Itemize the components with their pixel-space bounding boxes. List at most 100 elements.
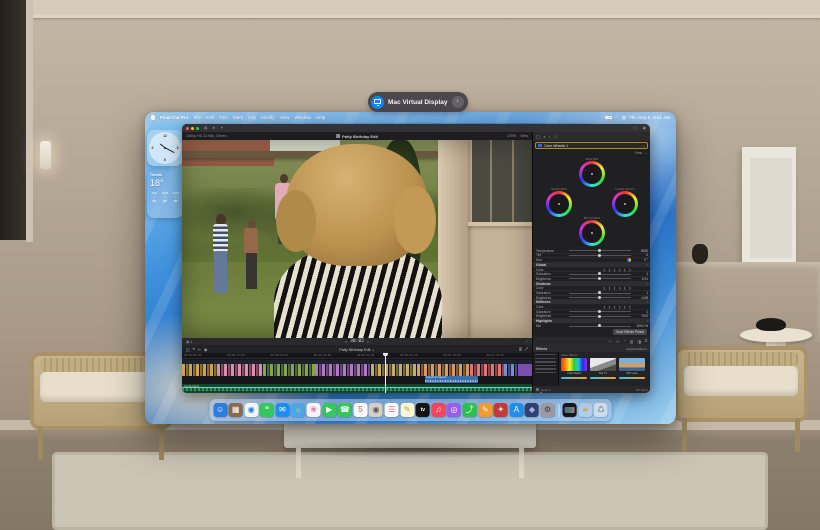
dock-item-calendar[interactable]: 5: [353, 403, 367, 417]
dock-item-facetime[interactable]: ▶: [322, 403, 336, 417]
info-inspector-tab-icon[interactable]: ⓘ: [553, 134, 557, 140]
parameter-slider[interactable]: [569, 274, 631, 275]
browser-layout-icon[interactable]: ▢: [633, 126, 636, 130]
tool-select-icon[interactable]: ⌖: [193, 347, 195, 351]
slider-knob[interactable]: [598, 249, 601, 252]
timeline-clip-4[interactable]: [315, 360, 370, 376]
dock-item-app-store[interactable]: A: [509, 403, 523, 417]
slider-knob[interactable]: [598, 324, 601, 327]
control-center-icon[interactable]: ▤: [622, 115, 626, 121]
menubar-item-view[interactable]: View: [280, 115, 290, 120]
viewer-overlay-menu-icon[interactable]: ▣ ♯: [186, 340, 192, 344]
video-inspector-tab-icon[interactable]: ▢: [536, 134, 540, 139]
viewer-zoom-menu[interactable]: 170%: [507, 134, 516, 138]
effect-enabled-checkbox[interactable]: [538, 144, 542, 148]
dock-item-photos[interactable]: ❀: [307, 403, 321, 417]
dock-item-music[interactable]: ♫: [431, 403, 445, 417]
dock-item-final-cut-window[interactable]: [563, 403, 577, 417]
weather-widget[interactable]: Toronto 18° 9AM☼17°10AM☼18°11AM☼18°: [147, 170, 183, 218]
menubar-item-clip[interactable]: Clip: [248, 115, 256, 120]
menubar-item-final-cut-pro[interactable]: Final Cut Pro: [160, 115, 189, 120]
color-correction-selector[interactable]: Color Wheels 1 ⌄: [535, 142, 648, 149]
dock-item-compressor[interactable]: ◆: [525, 403, 539, 417]
parameter-slider[interactable]: [569, 326, 631, 327]
skip-forward-icon[interactable]: ⊳: [367, 340, 370, 344]
fullscreen-icon[interactable]: ⤢: [525, 340, 528, 344]
parameter-slider[interactable]: [569, 278, 631, 279]
shadows-color-wheel[interactable]: [546, 191, 572, 217]
parameter-slider[interactable]: [569, 297, 631, 298]
hue-wheel-control[interactable]: [627, 258, 631, 262]
timeline-clip-6[interactable]: [417, 360, 469, 376]
wifi-icon[interactable]: ◠: [615, 115, 619, 121]
volume-line[interactable]: [182, 387, 532, 388]
inspector-view-menu[interactable]: View: [635, 151, 642, 155]
effects-search-field[interactable]: Search: [541, 388, 551, 392]
dock-item-mail[interactable]: ✉: [275, 403, 289, 417]
midtones-color-wheel[interactable]: [579, 220, 605, 246]
dock-item-settings[interactable]: ⚙: [541, 403, 555, 417]
dock-item-pages[interactable]: ✎: [478, 403, 492, 417]
clip-appearance-icon[interactable]: ≣: [519, 347, 522, 352]
skip-back-icon[interactable]: ⊲: [344, 340, 347, 344]
dock-item-apple-tv[interactable]: tv: [416, 403, 430, 417]
chevron-right-icon[interactable]: ›: [452, 96, 464, 108]
color-stepper-arrows[interactable]: ❮ ❯ ❮ ❯ ❮ ❯: [566, 268, 632, 272]
dock-item-photo-booth[interactable]: ◉: [369, 403, 383, 417]
timeline-clip-1[interactable]: [182, 360, 217, 376]
crop-icon[interactable]: ✂: [616, 339, 619, 344]
installed-effects-menu[interactable]: Installed Effects: [626, 347, 647, 351]
color-stepper-arrows[interactable]: ❮ ❯ ❮ ❯ ❮ ❯: [566, 305, 632, 309]
effect-item-color-board[interactable]: Color Board: [561, 358, 587, 375]
dock-item-podcasts[interactable]: ◎: [447, 403, 461, 417]
dock-item-stocks[interactable]: ⤴: [463, 403, 477, 417]
playhead[interactable]: [385, 353, 386, 393]
mac-virtual-display-screen[interactable]: Final Cut ProFileEditTrimMarkClipModifyV…: [145, 112, 676, 424]
flag-icon[interactable]: ⚐: [609, 339, 612, 344]
menubar-item-edit[interactable]: Edit: [206, 115, 214, 120]
timeline-clip-8[interactable]: [504, 360, 517, 376]
dock-item-reminders[interactable]: ☰: [385, 403, 399, 417]
menubar-item-window[interactable]: Window: [294, 115, 310, 120]
dock-item-safari[interactable]: ◉: [244, 403, 258, 417]
dock-item-finder[interactable]: ☺: [213, 403, 227, 417]
clock-widget[interactable]: 12 3 6 9: [147, 130, 183, 166]
dock-item-launchpad[interactable]: ▦: [229, 403, 243, 417]
music-audio-track[interactable]: Gentle Music: [182, 384, 532, 393]
slider-knob[interactable]: [598, 315, 601, 318]
chevron-down-icon[interactable]: ⌄: [642, 144, 645, 148]
mac-virtual-display-pill[interactable]: Mac Virtual Display ›: [368, 92, 468, 112]
final-cut-pro-window[interactable]: ▤ ⊕ ✦ ▢ ▣ 1080p HD 23.98p, Stereo Patty …: [182, 124, 650, 393]
color-inspector-tab-icon[interactable]: ◑: [543, 134, 545, 139]
timeline-clip-5[interactable]: [371, 360, 417, 376]
menubar-item-trim[interactable]: Trim: [219, 115, 228, 120]
highlights-color-wheel[interactable]: [612, 191, 638, 217]
menubar-item-modify[interactable]: Modify: [261, 115, 275, 120]
sidebar-toggle-icon[interactable]: ▤: [204, 126, 207, 130]
inspector-toggle-icon[interactable]: ▣: [643, 126, 646, 130]
color-stepper-arrows[interactable]: ❮ ❯ ❮ ❯ ❮ ❯: [566, 286, 632, 290]
parameter-slider[interactable]: [569, 311, 631, 312]
effect-item-50s-tv[interactable]: 50s TV: [590, 358, 616, 375]
window-title-bar[interactable]: ▤ ⊕ ✦ ▢ ▣: [182, 124, 650, 132]
parameter-slider[interactable]: [569, 316, 631, 317]
menubar-item-file[interactable]: File: [194, 115, 201, 120]
effect-item-360-auto[interactable]: 360° Auto: [619, 358, 645, 375]
slider-knob[interactable]: [598, 296, 601, 299]
snapping-icon[interactable]: ◉: [204, 347, 207, 352]
slider-knob[interactable]: [598, 310, 601, 313]
apple-menu-icon[interactable]: [151, 115, 155, 120]
zoom-fit-icon[interactable]: ⤢: [525, 347, 528, 352]
color-board-icon[interactable]: ▥: [630, 339, 634, 344]
menubar-item-help[interactable]: Help: [316, 115, 325, 120]
connected-audio-clip[interactable]: Grandma's Speech: [425, 376, 478, 383]
close-window-button[interactable]: [186, 127, 189, 130]
parameter-slider[interactable]: [569, 255, 631, 256]
dock-item-motion[interactable]: ✦: [494, 403, 508, 417]
dock-item-weather[interactable]: ☼: [291, 403, 305, 417]
dock-item-trash[interactable]: ♺: [594, 403, 608, 417]
keyword-editor-icon[interactable]: ✦: [220, 126, 223, 130]
dock-item-downloads-folder[interactable]: ▰: [578, 403, 592, 417]
parameter-slider[interactable]: [569, 250, 631, 251]
mask-icon[interactable]: ◨: [637, 339, 641, 344]
